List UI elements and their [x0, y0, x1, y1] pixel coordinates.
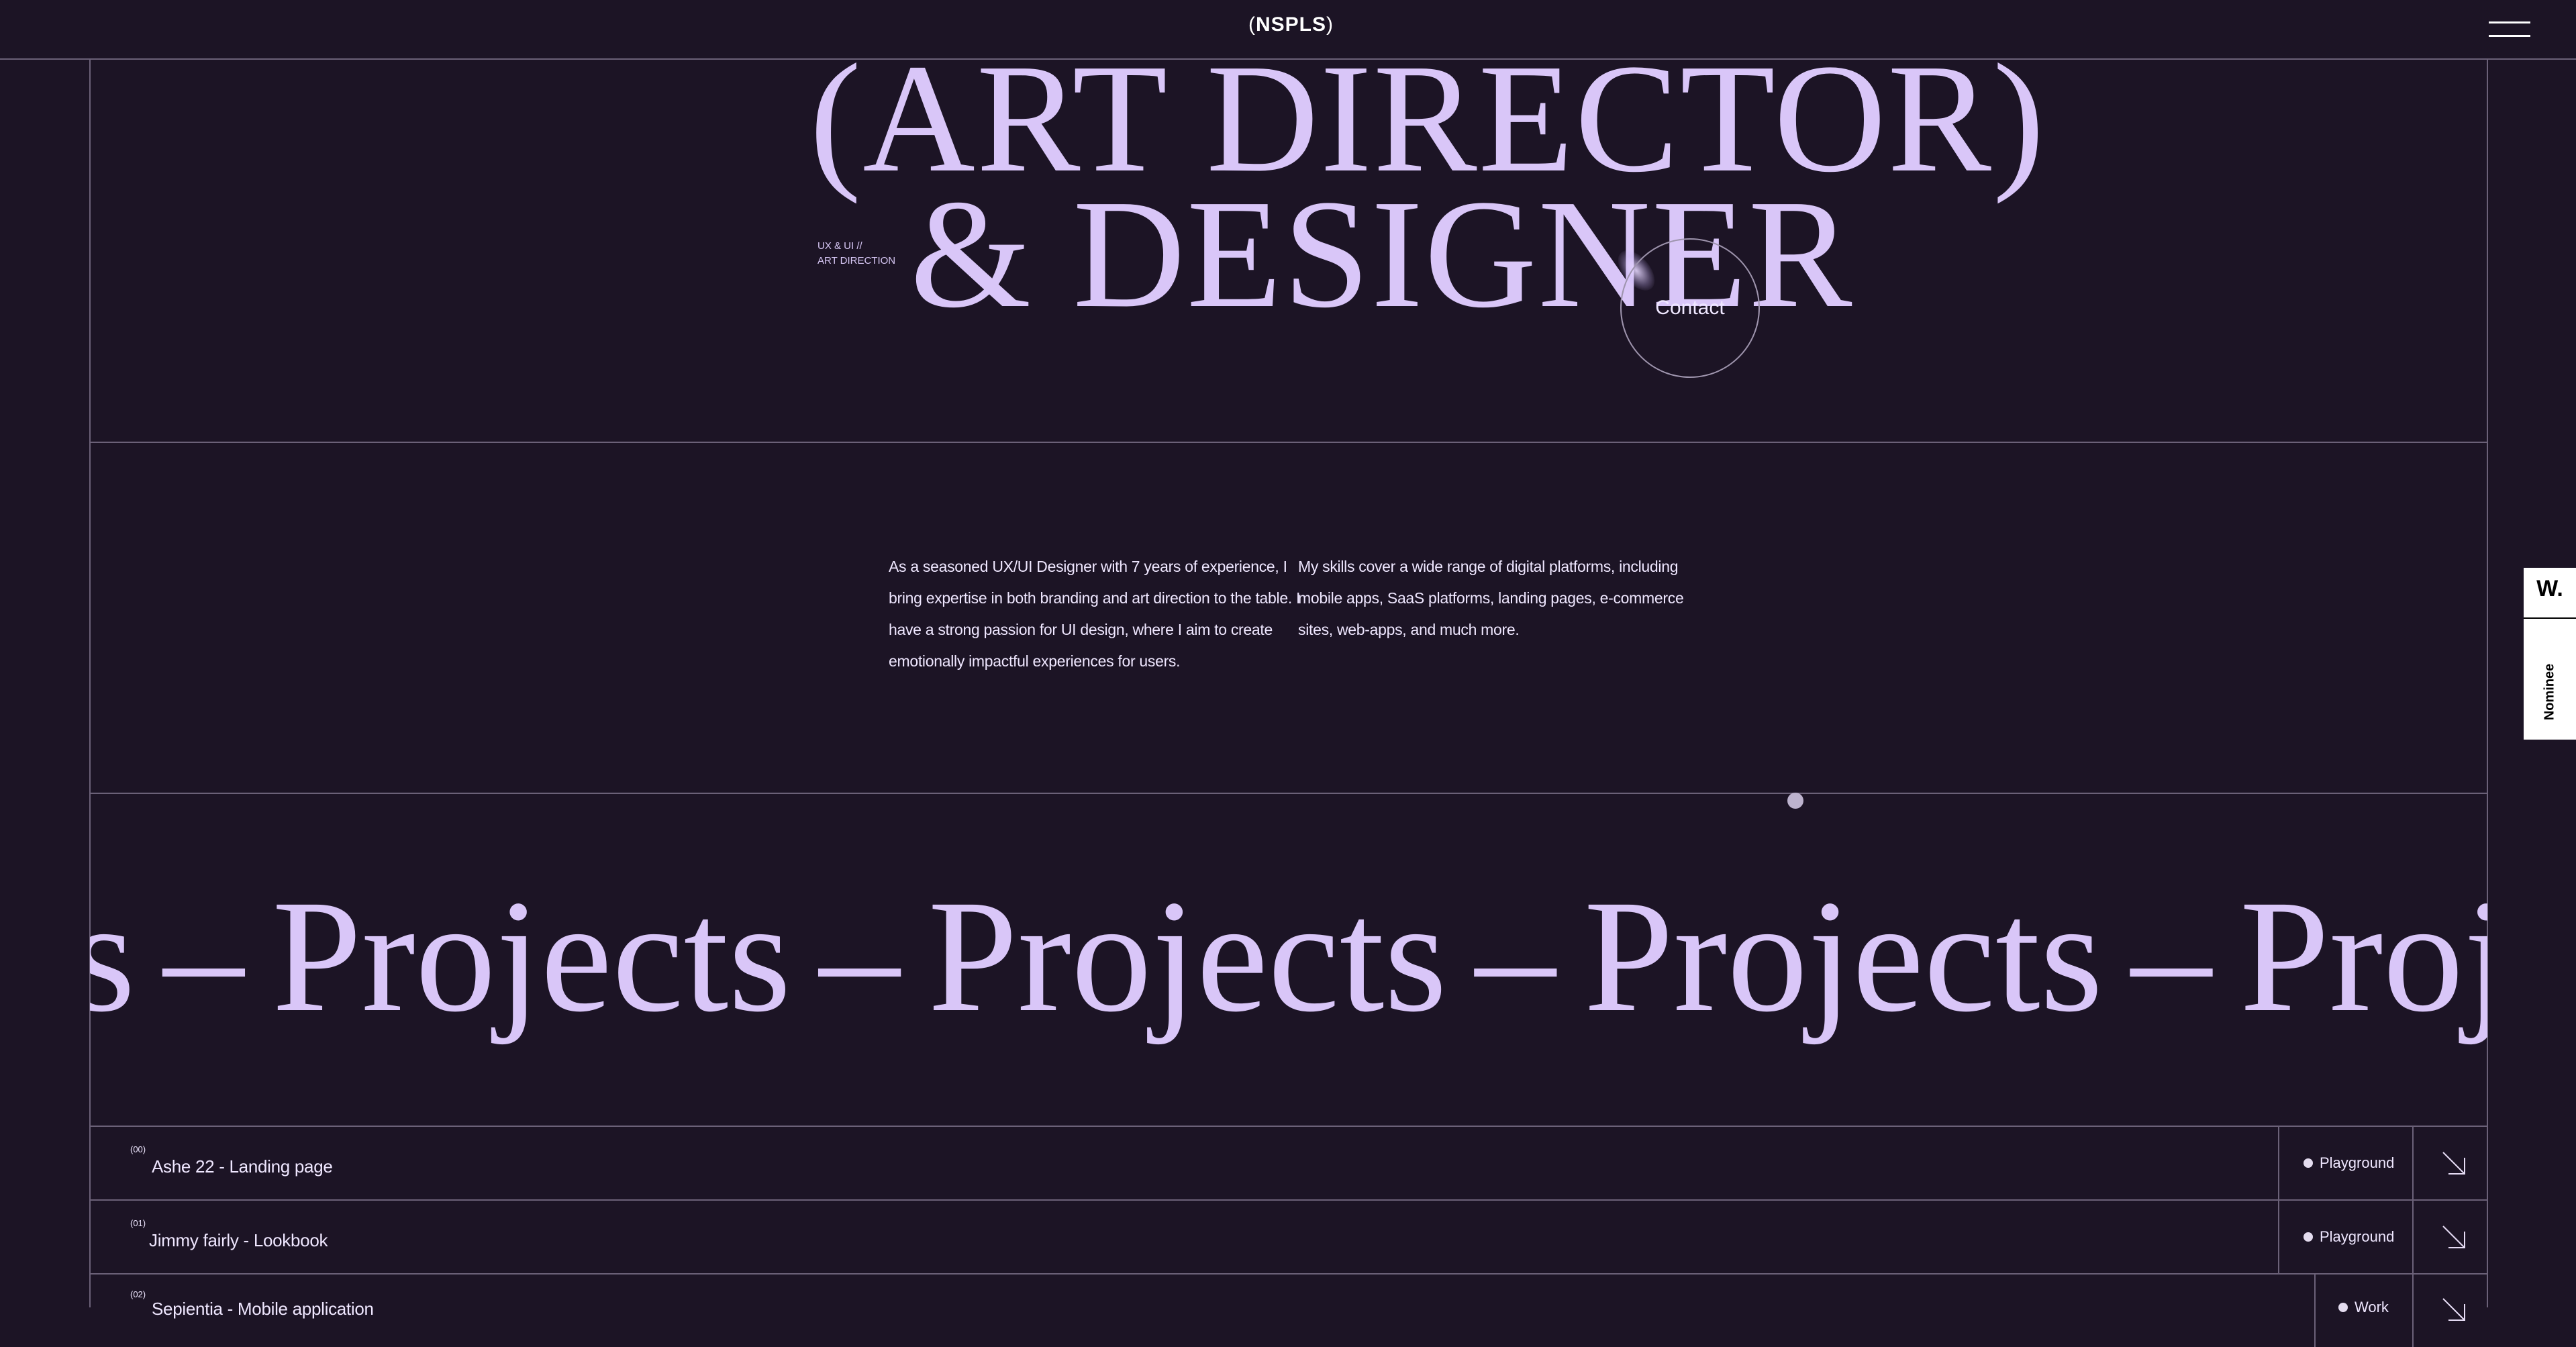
- about-text-line: bring expertise in both branding and art…: [889, 589, 1301, 607]
- project-number: (00): [130, 1144, 146, 1154]
- tag-cell-divider: [2314, 1275, 2316, 1347]
- project-number: (02): [130, 1289, 146, 1299]
- tag-dot-icon: [2338, 1303, 2348, 1312]
- project-tag-label: Playground: [2320, 1154, 2395, 1171]
- project-tag: Work: [2338, 1299, 2389, 1316]
- about-text-line: emotionally impactful experiences for us…: [889, 652, 1181, 670]
- project-title[interactable]: Ashe 22 - Landing page: [152, 1156, 333, 1177]
- hamburger-icon: [2489, 21, 2530, 23]
- project-title[interactable]: Sepientia - Mobile application: [152, 1299, 374, 1319]
- marquee-separator: –: [1475, 866, 1556, 1045]
- arrow-down-right-icon[interactable]: [2439, 1148, 2469, 1178]
- arrow-cell-divider: [2412, 1275, 2414, 1347]
- award-label: Nominee: [2542, 663, 2557, 721]
- award-logo: W.: [2536, 576, 2563, 601]
- arrow-cell-divider: [2412, 1127, 2414, 1199]
- about-text-line: sites, web-apps, and much more.: [1298, 621, 1520, 638]
- hero-tagline-line2: ART DIRECTION: [818, 255, 896, 266]
- tag-dot-icon: [2303, 1158, 2313, 1168]
- menu-button[interactable]: [2489, 20, 2530, 40]
- arrow-down-right-icon[interactable]: [2439, 1295, 2469, 1324]
- marquee-separator: –: [163, 866, 244, 1045]
- marquee-word: Projects: [928, 866, 1447, 1045]
- marquee-word: Projects: [272, 866, 791, 1045]
- marquee-separator: –: [2131, 866, 2212, 1045]
- tag-dot-icon: [2303, 1232, 2313, 1242]
- marquee-track: s–Projects–Projects–Projects–Projects–Pr…: [90, 862, 2487, 1050]
- hero-divider: [89, 442, 2488, 443]
- arrow-cell-divider: [2412, 1201, 2414, 1273]
- awwwards-nominee-badge[interactable]: W. Nominee: [2524, 568, 2576, 740]
- marquee-word: Projects: [2240, 866, 2487, 1045]
- project-title[interactable]: Jimmy fairly - Lookbook: [149, 1230, 328, 1251]
- marquee-word: s: [90, 866, 136, 1045]
- about-text-line: As a seasoned UX/UI Designer with 7 year…: [889, 558, 1287, 575]
- project-tag-label: Playground: [2320, 1228, 2395, 1245]
- project-row[interactable]: (00) Ashe 22 - Landing page Playground: [90, 1127, 2487, 1199]
- arrow-down-right-icon[interactable]: [2439, 1222, 2469, 1252]
- about-column-1: As a seasoned UX/UI Designer with 7 year…: [889, 551, 1300, 677]
- project-tag: Playground: [2303, 1201, 2394, 1273]
- projects-marquee: s–Projects–Projects–Projects–Projects–Pr…: [90, 793, 2487, 1126]
- project-tag-label: Work: [2355, 1299, 2389, 1315]
- tag-cell-divider: [2278, 1127, 2279, 1199]
- about-text-line: mobile apps, SaaS platforms, landing pag…: [1298, 589, 1684, 607]
- award-divider: [2524, 617, 2576, 619]
- contact-button[interactable]: Contact: [1620, 238, 1760, 378]
- marquee-word: Projects: [1583, 866, 2103, 1045]
- hero-tagline-line1: UX & UI //: [818, 240, 862, 252]
- hamburger-icon-bar: [2489, 35, 2530, 37]
- tag-cell-divider: [2278, 1201, 2279, 1273]
- about-text-line: My skills cover a wide range of digital …: [1298, 558, 1679, 575]
- project-tag: Playground: [2303, 1127, 2394, 1199]
- about-text-line: have a strong passion for UI design, whe…: [889, 621, 1273, 638]
- hero-tagline: UX & UI // ART DIRECTION: [818, 239, 895, 268]
- marquee-separator: –: [819, 866, 900, 1045]
- project-row[interactable]: (01) Jimmy fairly - Lookbook Playground: [90, 1201, 2487, 1273]
- project-row[interactable]: (02) Sepientia - Mobile application Work: [90, 1275, 2487, 1347]
- about-column-2: My skills cover a wide range of digital …: [1298, 551, 1684, 646]
- project-number: (01): [130, 1218, 146, 1228]
